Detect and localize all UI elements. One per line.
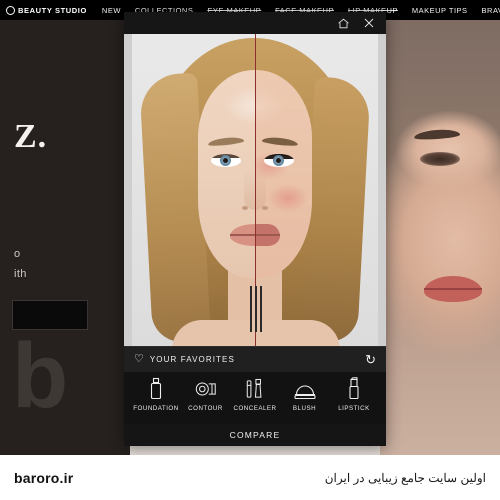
- concealer-tube-icon: [245, 376, 265, 402]
- nav-item-brave-together[interactable]: BRAVE TOGET: [475, 6, 500, 15]
- close-icon[interactable]: [360, 14, 378, 32]
- model-eyebrow: [413, 128, 461, 141]
- favorites-label: YOUR FAVORITES: [149, 355, 235, 364]
- background-model-photo: [380, 0, 500, 455]
- watermark: b: [12, 325, 70, 427]
- slider-bar-3: [260, 286, 262, 332]
- tool-label-foundation: FOUNDATION: [133, 405, 179, 412]
- brand-logo[interactable]: BEAUTY STUDIO: [0, 5, 95, 15]
- brand-label: BEAUTY STUDIO: [18, 5, 87, 15]
- tool-blush[interactable]: BLUSH: [281, 376, 329, 412]
- blush-area: [268, 184, 308, 212]
- eye-left: [211, 154, 241, 167]
- tool-lipstick[interactable]: LIPSTICK: [330, 376, 378, 412]
- slider-bar-1: [250, 286, 252, 332]
- refresh-icon[interactable]: ↻: [365, 353, 376, 366]
- footer-tagline: اولین سایت جامع زیبایی در ایران: [324, 470, 486, 485]
- tool-contour[interactable]: CONTOUR: [182, 376, 230, 412]
- background-text-line-2: ith: [14, 268, 27, 280]
- tool-label-concealer: CONCEALER: [233, 405, 277, 412]
- background-headline: Z.: [14, 118, 48, 155]
- blush-compact-icon: [293, 376, 317, 402]
- iris-left: [220, 155, 231, 166]
- tool-label-contour: CONTOUR: [188, 405, 223, 412]
- contour-palette-icon: [194, 376, 218, 402]
- tool-concealer[interactable]: CONCEALER: [231, 376, 279, 412]
- tool-label-blush: BLUSH: [292, 405, 317, 412]
- brand-dot-icon: [6, 5, 15, 15]
- tool-foundation[interactable]: FOUNDATION: [132, 376, 180, 412]
- model-eye: [420, 152, 460, 166]
- nav-item-new[interactable]: NEW: [95, 6, 128, 15]
- screenshot-root: Z. o ith b BEAUTY STUDIO NEW COLLECTIONS…: [0, 0, 500, 500]
- compare-button[interactable]: COMPARE: [124, 424, 386, 446]
- nav-item-makeup-tips[interactable]: MAKEUP TIPS: [405, 6, 475, 15]
- nostril-right: [262, 206, 268, 210]
- slider-bar-2: [255, 286, 257, 332]
- site-name: baroro.ir: [14, 469, 74, 486]
- tool-label-lipstick: LIPSTICK: [338, 405, 370, 412]
- virtual-makeup-modal: ♡ YOUR FAVORITES ↻ FOUNDATION CONTOUR CO…: [124, 12, 386, 446]
- modal-header: [124, 12, 386, 34]
- nostril-left: [242, 206, 248, 210]
- iris-right: [273, 155, 284, 166]
- makeup-tools-row: FOUNDATION CONTOUR CONCEALER BLUSH LIPST…: [124, 372, 386, 424]
- heart-icon: ♡: [134, 353, 144, 365]
- before-after-photo[interactable]: [124, 34, 386, 346]
- eye-right: [264, 154, 294, 167]
- background-text-line-1: o: [14, 248, 21, 260]
- photo-canvas: [132, 34, 378, 346]
- home-icon[interactable]: [334, 14, 352, 32]
- foundation-bottle-icon: [148, 376, 164, 402]
- footer-bar: baroro.ir اولین سایت جامع زیبایی در ایرا…: [0, 455, 500, 500]
- model-lip-line: [424, 288, 482, 290]
- comparison-slider-handle[interactable]: [248, 286, 263, 332]
- favorites-bar: ♡ YOUR FAVORITES ↻: [124, 346, 386, 372]
- lipstick-icon: [347, 376, 361, 402]
